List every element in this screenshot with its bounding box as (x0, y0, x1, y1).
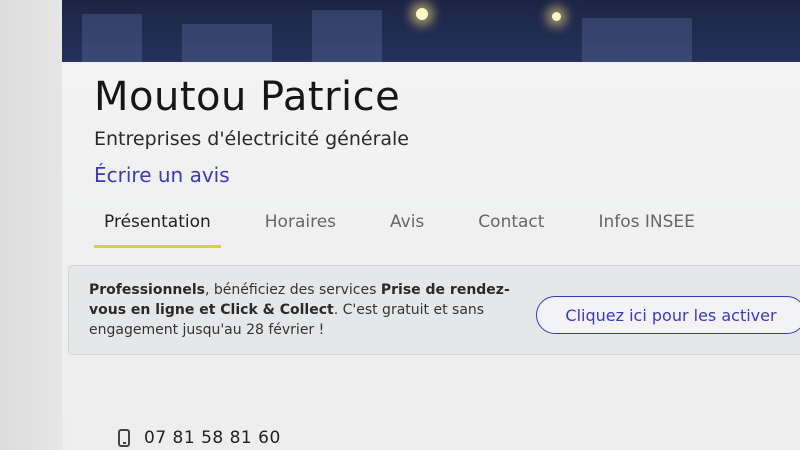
street-light (416, 8, 428, 20)
tab-infos-insee[interactable]: Infos INSEE (588, 212, 704, 248)
tab-contact[interactable]: Contact (468, 212, 554, 248)
promo-text: Professionnels, bénéficiez des services … (89, 280, 519, 340)
banner-building (582, 18, 692, 62)
promo-text-part: , bénéficiez des services (205, 282, 381, 298)
tab-bar: Présentation Horaires Avis Contact Infos… (94, 212, 739, 252)
pro-promo-banner: Professionnels, bénéficiez des services … (68, 265, 800, 355)
business-category: Entreprises d'électricité générale (94, 128, 409, 150)
banner-building (182, 24, 272, 62)
promo-bold-pros: Professionnels (89, 282, 206, 298)
street-light (552, 12, 561, 21)
left-gutter (0, 0, 62, 450)
banner-building (312, 10, 382, 62)
tab-horaires[interactable]: Horaires (255, 212, 346, 248)
business-card: Moutou Patrice Entreprises d'électricité… (62, 62, 800, 450)
phone-number[interactable]: 07 81 58 81 60 (144, 428, 281, 448)
phone-row[interactable]: 07 81 58 81 60 (118, 428, 281, 448)
header-banner (62, 0, 800, 62)
contact-panel: 07 81 58 81 60 (70, 374, 800, 450)
write-review-link[interactable]: Écrire un avis (94, 163, 230, 187)
business-name: Moutou Patrice (94, 74, 401, 120)
tab-presentation[interactable]: Présentation (94, 212, 221, 248)
activate-services-button[interactable]: Cliquez ici pour les activer (536, 296, 800, 334)
banner-building (82, 14, 142, 62)
tab-avis[interactable]: Avis (380, 212, 434, 248)
mobile-phone-icon (118, 429, 130, 447)
